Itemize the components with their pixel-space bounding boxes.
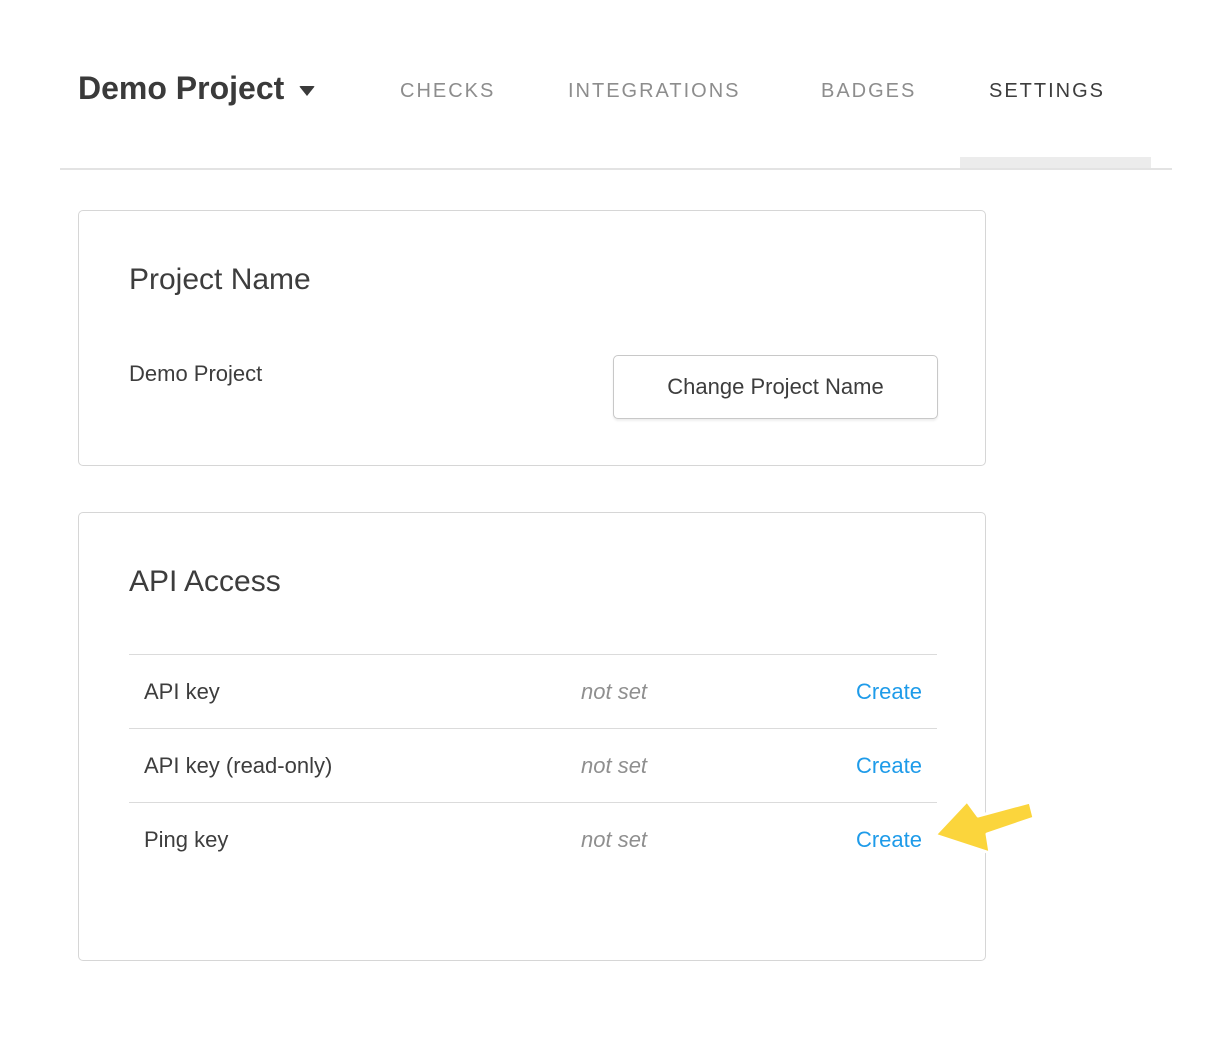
tab-integrations[interactable]: INTEGRATIONS <box>568 78 741 104</box>
api-access-card-title: API Access <box>129 563 281 601</box>
tab-checks[interactable]: CHECKS <box>400 78 495 104</box>
caret-down-icon <box>299 86 315 96</box>
nav-divider <box>60 168 1172 170</box>
tab-settings[interactable]: SETTINGS <box>989 78 1105 104</box>
project-switcher-label: Demo Project <box>78 70 284 106</box>
table-row-ping-key: Ping key not set Create <box>129 802 937 876</box>
api-access-table: API key not set Create API key (read-onl… <box>129 654 937 876</box>
api-key-read-only-value: not set <box>581 729 647 803</box>
tab-badges[interactable]: BADGES <box>821 78 916 104</box>
api-key-read-only-label: API key (read-only) <box>144 729 332 803</box>
change-project-name-button[interactable]: Change Project Name <box>613 355 938 419</box>
project-switcher[interactable]: Demo Project <box>78 70 315 106</box>
table-row-api-key-read-only: API key (read-only) not set Create <box>129 728 937 802</box>
api-access-card: API Access API key not set Create API ke… <box>78 512 986 961</box>
ping-key-value: not set <box>581 803 647 877</box>
api-key-value: not set <box>581 655 647 729</box>
project-name-card-title: Project Name <box>129 261 311 299</box>
ping-key-label: Ping key <box>144 803 228 877</box>
project-name-value: Demo Project <box>129 360 262 388</box>
project-name-card: Project Name Demo Project Change Project… <box>78 210 986 466</box>
table-row-api-key: API key not set Create <box>129 654 937 728</box>
api-key-label: API key <box>144 655 220 729</box>
api-key-create-link[interactable]: Create <box>856 655 922 729</box>
ping-key-create-link[interactable]: Create <box>856 803 922 877</box>
api-key-read-only-create-link[interactable]: Create <box>856 729 922 803</box>
